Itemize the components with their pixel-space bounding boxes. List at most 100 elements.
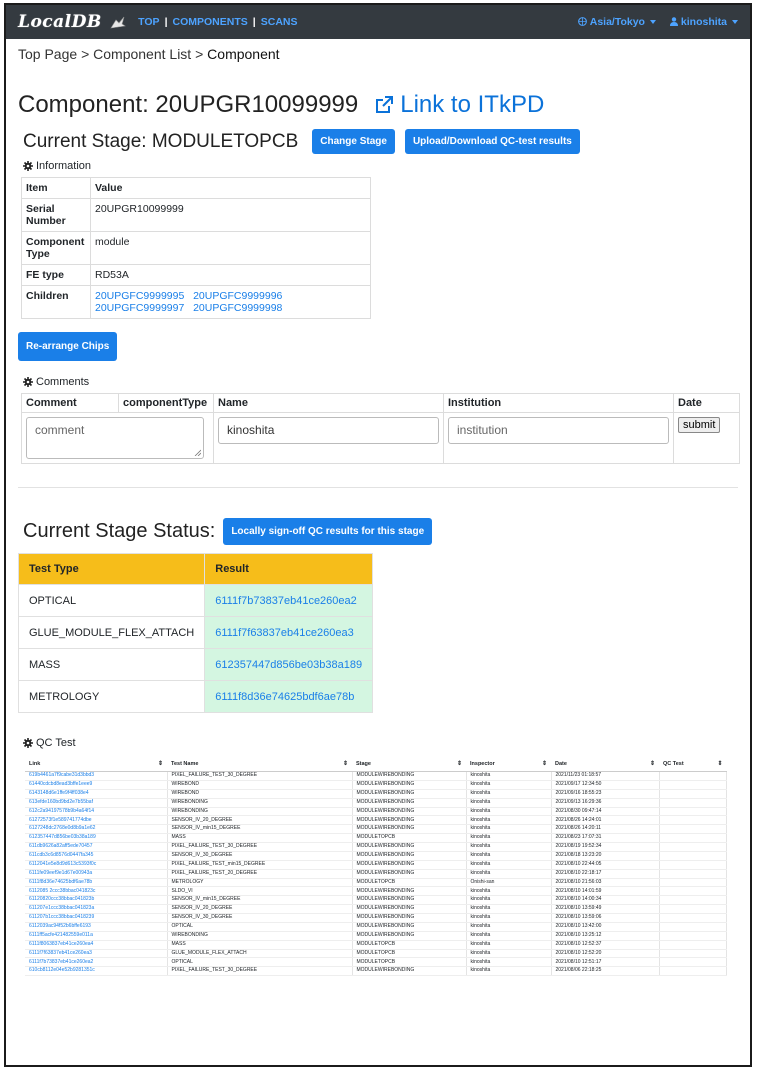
qc-cell-inspector: kinoshita bbox=[466, 815, 552, 826]
child-link[interactable]: 20UPGFC9999997 bbox=[95, 302, 184, 314]
qc-table-row: 611207b1ccc38bbac0418239 SENSOR_IV_30_DEG… bbox=[25, 913, 727, 923]
status-result-link[interactable]: 6111f7f63837eb41ce260ea3 bbox=[204, 616, 374, 649]
itkpd-link[interactable]: Link to ITkPD bbox=[374, 91, 544, 119]
child-link[interactable]: 20UPGFC9999995 bbox=[95, 290, 184, 302]
qc-cell-date: 2021/08/23 17:07:31 bbox=[551, 833, 660, 843]
comment-textarea[interactable]: comment bbox=[26, 417, 204, 459]
brand-logo[interactable]: LocalDB bbox=[18, 12, 126, 32]
qc-cell-qc-test bbox=[659, 771, 727, 781]
qc-cell-link[interactable]: 6111ff5acfe421482559e011a bbox=[25, 931, 168, 941]
child-link[interactable]: 20UPGFC9999998 bbox=[193, 302, 282, 314]
qc-cell-link[interactable]: 6111fe09eef9e1d67e00943a bbox=[25, 869, 168, 879]
qc-cell-link[interactable]: 6127248dc2768e0d8b9a1e62 bbox=[25, 824, 168, 835]
status-result-link[interactable]: 6111f8d36e74625bdf6ae78b bbox=[204, 680, 374, 713]
qc-cell-stage: MODULEWIREBONDING bbox=[352, 931, 467, 941]
qc-cell-link[interactable]: 6111f7f63837eb41ce260ea3 bbox=[25, 949, 168, 959]
qc-cell-link[interactable]: 6111f8063837eb41ce260ea4 bbox=[25, 940, 168, 950]
qc-cell-link[interactable]: 61272573f1e589741774dbe bbox=[25, 815, 168, 826]
status-result-link[interactable]: 612357447d856be03b38a189 bbox=[204, 648, 374, 681]
qc-table-body: 619b4461a7f9cabe31d3bbd3 PIXEL_FAILURE_TE… bbox=[25, 771, 727, 977]
qc-cell-link[interactable]: 611207e1ccc38bbac041823a bbox=[25, 904, 168, 914]
qc-cell-test-name: GLUE_MODULE_FLEX_ATTACH bbox=[167, 949, 353, 959]
qc-cell-stage: MODULETOPCB bbox=[352, 940, 467, 950]
qc-table-row: 613efde160bd9bd2e7b55baf WIREBONDING MODUL… bbox=[25, 798, 727, 808]
qc-cell-qc-test bbox=[659, 913, 727, 923]
change-stage-button[interactable]: Change Stage bbox=[312, 129, 395, 154]
nav-link-top[interactable]: TOP bbox=[138, 16, 159, 28]
breadcrumb-separator: > bbox=[195, 46, 204, 62]
external-link-icon bbox=[376, 96, 394, 113]
sign-off-qc-button[interactable]: Locally sign-off QC results for this sta… bbox=[223, 518, 433, 545]
qc-table-row: 6127248dc2768e0d8b9a1e62 SENSOR_IV_min15_… bbox=[25, 824, 727, 835]
qc-cell-link[interactable]: 610cb8112e04e52b9281351c bbox=[25, 966, 168, 977]
institution-input[interactable]: institution bbox=[448, 417, 669, 444]
qc-cell-link[interactable]: 6111f7b73837eb41ce260ea2 bbox=[25, 957, 168, 968]
resize-handle-icon[interactable] bbox=[194, 449, 201, 456]
qc-cell-inspector: kinoshita bbox=[466, 780, 552, 790]
qc-cell-qc-test bbox=[659, 833, 727, 843]
qc-cell-stage: MODULEWIREBONDING bbox=[352, 922, 467, 932]
qc-header-link[interactable]: Link ⇕ bbox=[25, 757, 167, 772]
qc-cell-link[interactable]: 61440cdcbd8ead3bffe1eee9 bbox=[25, 780, 168, 790]
qc-header-date[interactable]: Date ⇕ bbox=[551, 757, 659, 772]
qc-cell-test-name: PIXEL_FAILURE_TEST_20_DEGREE bbox=[167, 869, 353, 879]
qc-cell-link[interactable]: 612c2a94197578b9b4a64f14 bbox=[25, 807, 168, 817]
name-input[interactable]: kinoshita bbox=[218, 417, 439, 444]
qc-cell-test-name: PIXEL_FAILURE_TEST_min15_DEGREE bbox=[167, 860, 353, 870]
qc-cell-link[interactable]: 61120820ccc38bbac041823b bbox=[25, 895, 168, 906]
qc-cell-qc-test bbox=[659, 966, 727, 977]
qc-table-row: 6112085 2ccc38bbac041823c SLDO_VI MODULEWI… bbox=[25, 886, 727, 897]
breadcrumb-component-list[interactable]: Component List bbox=[93, 46, 191, 62]
user-dropdown[interactable]: kinoshita bbox=[669, 16, 738, 28]
breadcrumb-top[interactable]: Top Page bbox=[18, 46, 77, 62]
qc-cell-link[interactable]: 6112039ac94f52b6bffe6193 bbox=[25, 922, 168, 932]
info-item: FE type bbox=[21, 264, 91, 286]
timezone-label: Asia/Tokyo bbox=[589, 16, 645, 28]
qc-cell-date: 2021/08/10 13:59:49 bbox=[551, 904, 660, 914]
status-result-link[interactable]: 6111f7b73837eb41ce260ea2 bbox=[204, 584, 374, 617]
breadcrumb-current: Component bbox=[207, 46, 280, 62]
qc-cell-link[interactable]: 611cdb3c6d8576d0447fa345 bbox=[25, 851, 168, 861]
qc-cell-link[interactable]: 6111f8d36e74625bdf6ae78b bbox=[25, 878, 168, 888]
qc-cell-link[interactable]: 612357447d856be03b38a189 bbox=[25, 833, 168, 843]
qc-header-inspector[interactable]: Inspector ⇕ bbox=[466, 757, 551, 772]
qc-header-test-name[interactable]: Test Name ⇕ bbox=[167, 757, 352, 772]
sort-icon: ⇕ bbox=[456, 761, 462, 767]
nav-link-components[interactable]: COMPONENTS bbox=[173, 16, 248, 28]
qc-header-qc-test[interactable]: QC Test ⇕ bbox=[659, 757, 727, 772]
qc-cell-link[interactable]: 611207b1ccc38bbac0418239 bbox=[25, 913, 168, 923]
qc-cell-test-name: METROLOGY bbox=[167, 878, 353, 888]
status-header-test-type: Test Type bbox=[17, 553, 206, 585]
stage-status-row: Current Stage Status: Locally sign-off Q… bbox=[23, 518, 750, 545]
globe-icon bbox=[578, 17, 588, 26]
qc-cell-date: 2021/08/10 13:25:12 bbox=[551, 931, 660, 941]
qc-cell-stage: MODULEWIREBONDING bbox=[352, 966, 467, 977]
upload-download-qc-button[interactable]: Upload/Download QC-test results bbox=[404, 129, 580, 154]
rearrange-chips-button[interactable]: Re-arrange Chips bbox=[18, 332, 118, 361]
qc-cell-stage: MODULEWIREBONDING bbox=[352, 869, 467, 879]
qc-cell-inspector: kinoshita bbox=[466, 895, 552, 906]
qc-cell-link[interactable]: 6112085 2ccc38bbac041823c bbox=[25, 886, 168, 897]
info-value: module bbox=[90, 231, 371, 265]
qc-cell-inspector: kinoshita bbox=[466, 824, 552, 835]
qc-table-row: 61120820ccc38bbac041823b SENSOR_IV_min15_… bbox=[25, 895, 727, 906]
submit-comment-button[interactable]: submit bbox=[678, 417, 721, 433]
nav-link-scans[interactable]: SCANS bbox=[261, 16, 298, 28]
qc-cell-date: 2021/08/10 22:18:17 bbox=[551, 869, 660, 879]
qc-header-stage[interactable]: Stage ⇕ bbox=[352, 757, 466, 772]
qc-cell-link[interactable]: 6112041e5e8d9d613c5393f0c bbox=[25, 860, 168, 870]
status-row: METROLOGY 6111f8d36e74625bdf6ae78b bbox=[17, 680, 374, 713]
timezone-dropdown[interactable]: Asia/Tokyo bbox=[578, 16, 656, 28]
qc-cell-link[interactable]: 6143148d6e1ffe9f4ff038e4 bbox=[25, 789, 168, 799]
qc-cell-link[interactable]: 619b4461a7f9cabe31d3bbd3 bbox=[25, 771, 168, 781]
chevron-down-icon bbox=[649, 20, 656, 25]
qc-cell-date: 2021/08/10 13:42:00 bbox=[551, 922, 660, 932]
comments-header-date: Date bbox=[673, 393, 740, 413]
qc-cell-link[interactable]: 611db9626a82aff5ede70457 bbox=[25, 842, 168, 852]
qc-cell-link[interactable]: 613efde160bd9bd2e7b55baf bbox=[25, 798, 168, 808]
child-link[interactable]: 20UPGFC9999996 bbox=[193, 290, 282, 302]
comment-placeholder: comment bbox=[35, 423, 85, 437]
status-test-type: GLUE_MODULE_FLEX_ATTACH bbox=[17, 616, 206, 649]
qc-cell-qc-test bbox=[659, 886, 727, 897]
qc-cell-stage: MODULEWIREBONDING bbox=[352, 851, 467, 861]
